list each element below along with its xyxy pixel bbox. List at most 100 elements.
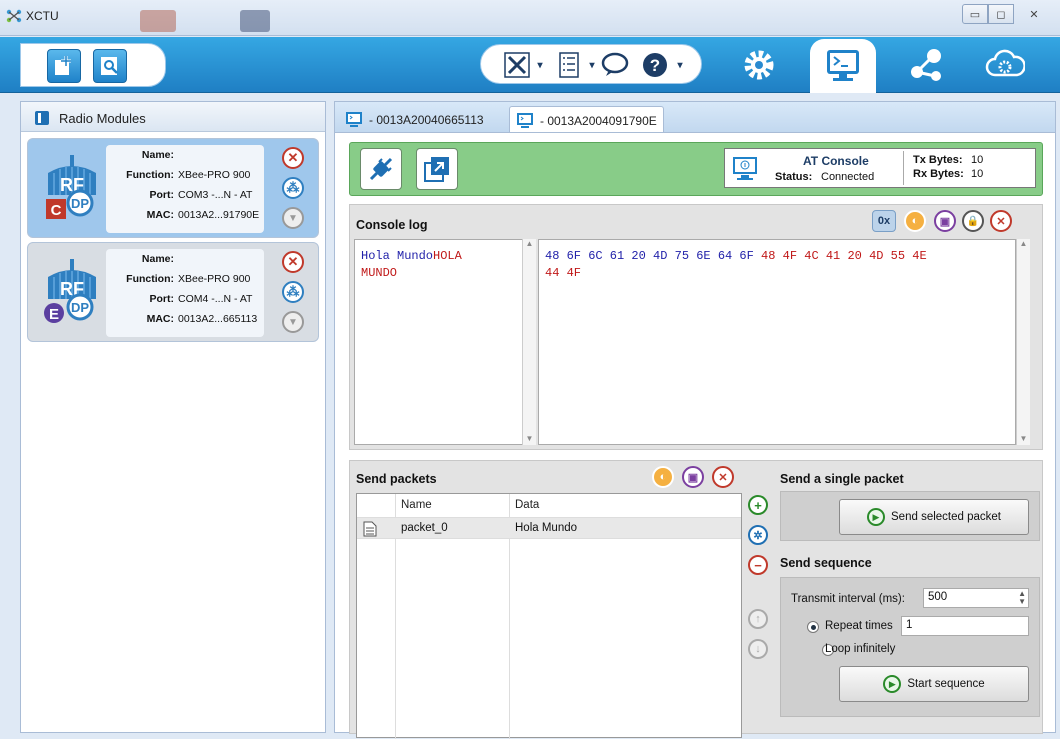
lock-icon: 🔒 bbox=[966, 215, 980, 227]
expand-module-button[interactable]: ▼ bbox=[282, 207, 304, 229]
tools-toolbar: ▾ ▾ ? ▾ bbox=[480, 44, 702, 84]
plus-icon: + bbox=[754, 497, 762, 513]
repeat-times-value: 1 bbox=[906, 619, 913, 631]
xctu-logo-icon bbox=[6, 9, 22, 23]
tab-console-2[interactable]: - 0013A2004091790E bbox=[509, 106, 664, 134]
open-in-new-window-icon bbox=[424, 157, 449, 182]
tab-console-1[interactable]: - 0013A20040665113 bbox=[339, 106, 490, 134]
add-device-button[interactable] bbox=[47, 49, 81, 83]
feedback-button[interactable] bbox=[599, 50, 631, 80]
cloud-mode-button[interactable] bbox=[972, 37, 1038, 93]
arrow-down-icon: ↓ bbox=[755, 643, 761, 655]
send-single-packet-box: ▶ Send selected packet bbox=[780, 491, 1040, 541]
discover-devices-button[interactable] bbox=[93, 49, 127, 83]
received-text: HOLA bbox=[433, 249, 462, 263]
received-hex: 48 4F 4C 41 20 4D 55 4E bbox=[761, 249, 927, 263]
start-sequence-button[interactable]: ▶ Start sequence bbox=[839, 666, 1029, 702]
tools-dropdown-icon[interactable]: ▾ bbox=[535, 50, 545, 80]
close-button[interactable]: ✕ bbox=[1014, 4, 1054, 24]
remove-module-button[interactable]: ✕ bbox=[282, 147, 304, 169]
tools-button[interactable] bbox=[501, 50, 533, 80]
remove-packet-button[interactable]: − bbox=[748, 555, 768, 575]
column-header-data[interactable]: Data bbox=[515, 494, 539, 516]
mac-label: MAC: bbox=[146, 313, 174, 325]
table-row[interactable]: packet_0 Hola Mundo bbox=[357, 517, 741, 539]
sent-text: Hola Mundo bbox=[361, 249, 434, 263]
minimize-button[interactable]: ▭ bbox=[962, 4, 988, 24]
frames-dropdown-icon[interactable]: ▾ bbox=[587, 50, 597, 80]
radio-module-card[interactable]: RF DP C Name: Function: XBee-PRO 900 Port… bbox=[27, 138, 319, 238]
xbee-radio-icon: RF DP E bbox=[44, 259, 96, 323]
expand-module-button[interactable]: ▼ bbox=[282, 311, 304, 333]
radio-modules-title: Radio Modules bbox=[59, 111, 146, 126]
taskbar-thumbnail bbox=[240, 10, 270, 32]
ascii-scrollbar[interactable]: ▲ ▼ bbox=[522, 239, 536, 445]
frames-log-button[interactable] bbox=[555, 50, 583, 80]
xbee-radio-icon: RF DP C bbox=[46, 155, 96, 219]
column-header-name[interactable]: Name bbox=[401, 494, 432, 516]
repeat-times-input[interactable]: 1 bbox=[901, 616, 1029, 636]
rx-bytes-value: 10 bbox=[971, 168, 984, 180]
radio-modules-panel: Radio Modules RF DP C Name: Function: XBe… bbox=[20, 101, 326, 733]
discover-network-button[interactable]: ⁂ bbox=[282, 177, 304, 199]
repeat-times-radio[interactable] bbox=[807, 621, 819, 633]
chevron-down-icon: ▼ bbox=[288, 212, 298, 224]
move-down-button[interactable]: ↓ bbox=[748, 639, 768, 659]
configuration-mode-button[interactable] bbox=[726, 37, 792, 93]
network-icon: ⁂ bbox=[286, 284, 300, 299]
close-icon: ✕ bbox=[718, 471, 728, 484]
port-label: Port: bbox=[149, 293, 175, 305]
svg-text:DP: DP bbox=[71, 196, 89, 211]
detach-button[interactable] bbox=[416, 148, 458, 190]
module-info: Name: Function: XBee-PRO 900 Port: COM4 -.… bbox=[106, 249, 264, 337]
edit-packet-button[interactable]: ✲ bbox=[748, 525, 768, 545]
console-tabs: - 0013A20040665113 - 0013A2004091790E bbox=[334, 101, 1056, 134]
arrow-up-icon: ↑ bbox=[755, 613, 761, 625]
console-hex-view[interactable]: 48 6F 6C 61 20 4D 75 6E 64 6F 48 4F 4C 4… bbox=[538, 239, 1016, 445]
network-mode-button[interactable] bbox=[893, 37, 959, 93]
module-function: XBee-PRO 900 bbox=[178, 273, 251, 285]
svg-text:C: C bbox=[51, 202, 62, 219]
console-ascii-view[interactable]: Hola MundoHOLA MUNDO bbox=[354, 239, 536, 445]
at-console-icon bbox=[733, 157, 757, 180]
save-log-button[interactable]: ▣ bbox=[934, 210, 956, 232]
send-sequence-box: Transmit interval (ms): 500 ▲ ▼ Repeat ti… bbox=[780, 577, 1040, 717]
packet-name: packet_0 bbox=[401, 522, 448, 534]
discover-network-button[interactable]: ⁂ bbox=[282, 281, 304, 303]
consoles-mode-button[interactable] bbox=[810, 39, 876, 93]
save-icon: ▣ bbox=[687, 471, 699, 484]
close-console-button[interactable]: ✕ bbox=[990, 210, 1012, 232]
radio-module-card[interactable]: RF DP E Name: Function: XBee-PRO 900 Port… bbox=[27, 242, 319, 342]
add-packet-button[interactable]: + bbox=[748, 495, 768, 515]
close-icon: ✕ bbox=[287, 150, 299, 165]
packet-data: Hola Mundo bbox=[515, 522, 578, 534]
module-function: XBee-PRO 900 bbox=[178, 169, 251, 181]
console-icon bbox=[517, 112, 533, 128]
status-label: Status: bbox=[775, 171, 813, 183]
save-packets-button[interactable]: ▣ bbox=[682, 466, 704, 488]
maximize-button[interactable]: ◻ bbox=[988, 4, 1014, 24]
lock-scroll-button[interactable]: 🔒 bbox=[962, 210, 984, 232]
module-port: COM3 -...N - AT bbox=[178, 189, 253, 201]
help-button[interactable]: ? bbox=[639, 50, 671, 80]
received-hex: 44 4F bbox=[545, 266, 582, 280]
clear-log-button[interactable]: ◐ bbox=[904, 210, 926, 232]
remove-all-packets-button[interactable]: ✕ bbox=[712, 466, 734, 488]
title-bar: XCTU ▭ ◻ ✕ bbox=[0, 0, 1060, 36]
send-selected-packet-label: Send selected packet bbox=[891, 511, 1001, 523]
connect-button[interactable] bbox=[360, 148, 402, 190]
remove-module-button[interactable]: ✕ bbox=[282, 251, 304, 273]
hex-toggle-button[interactable]: 0x bbox=[872, 210, 896, 232]
clear-packets-button[interactable]: ◐ bbox=[652, 466, 674, 488]
send-selected-packet-button[interactable]: ▶ Send selected packet bbox=[839, 499, 1029, 535]
document-list-icon bbox=[559, 52, 579, 78]
transmit-interval-input[interactable]: 500 ▲ ▼ bbox=[923, 588, 1029, 608]
spinner-icon[interactable]: ▲ ▼ bbox=[1018, 590, 1026, 606]
plug-connect-icon bbox=[369, 157, 393, 181]
repeat-times-label: Repeat times bbox=[825, 620, 893, 632]
radio-modules-icon bbox=[35, 111, 49, 125]
help-dropdown-icon[interactable]: ▾ bbox=[675, 50, 685, 80]
hex-scrollbar[interactable]: ▲ ▼ bbox=[1016, 239, 1030, 445]
move-up-button[interactable]: ↑ bbox=[748, 609, 768, 629]
main-toolbar: ▾ ▾ ? ▾ bbox=[0, 37, 1060, 93]
